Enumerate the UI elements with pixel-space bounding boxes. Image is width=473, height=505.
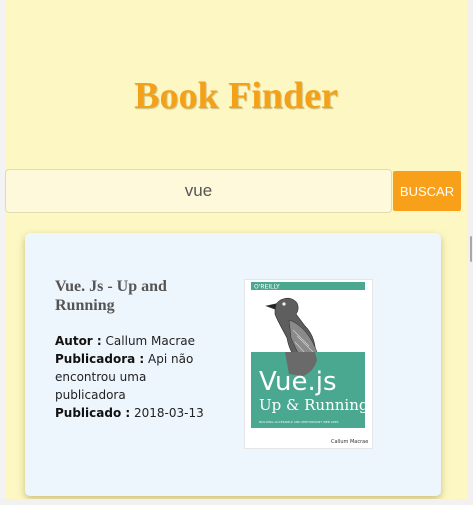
page-bottom-edge [0, 499, 473, 505]
cover-tagline: BUILDING ACCESSIBLE AND PERFORMANT WEB A… [259, 420, 339, 424]
publisher-row: Publicadora : Api não encontrou uma publ… [55, 350, 205, 404]
published-label: Publicado : [55, 406, 131, 420]
book-title: Vue. Js - Up and Running [55, 278, 167, 314]
search-button[interactable]: BUSCAR [393, 171, 461, 211]
cover-author: Callum Macrae [331, 439, 368, 445]
page: Book Finder BUSCAR Vue. Js - Up and Runn… [5, 0, 467, 499]
search-input[interactable] [5, 169, 392, 213]
cover-subtitle: Up & Running [259, 396, 369, 414]
publisher-label: Publicadora : [55, 352, 145, 366]
author-label: Autor : [55, 334, 102, 348]
scrollbar-thumb[interactable] [470, 236, 472, 262]
cover-brand: O'REILLY [254, 284, 280, 291]
published-value: 2018-03-13 [134, 406, 204, 420]
scrollbar-track[interactable] [467, 0, 473, 505]
published-row: Publicado : 2018-03-13 [55, 404, 205, 422]
book-cover-art: O'REILLY Vue.js Up & Running BUILDING AC… [245, 280, 372, 448]
cover-title: Vue.js [259, 367, 337, 397]
book-cover-image: O'REILLY Vue.js Up & Running BUILDING AC… [244, 279, 373, 449]
book-details: Autor : Callum Macrae Publicadora : Api … [55, 332, 205, 422]
author-row: Autor : Callum Macrae [55, 332, 205, 350]
author-value: Callum Macrae [105, 334, 196, 348]
page-title: Book Finder [134, 75, 338, 117]
book-card: Vue. Js - Up and Running Autor : Callum … [25, 233, 441, 496]
